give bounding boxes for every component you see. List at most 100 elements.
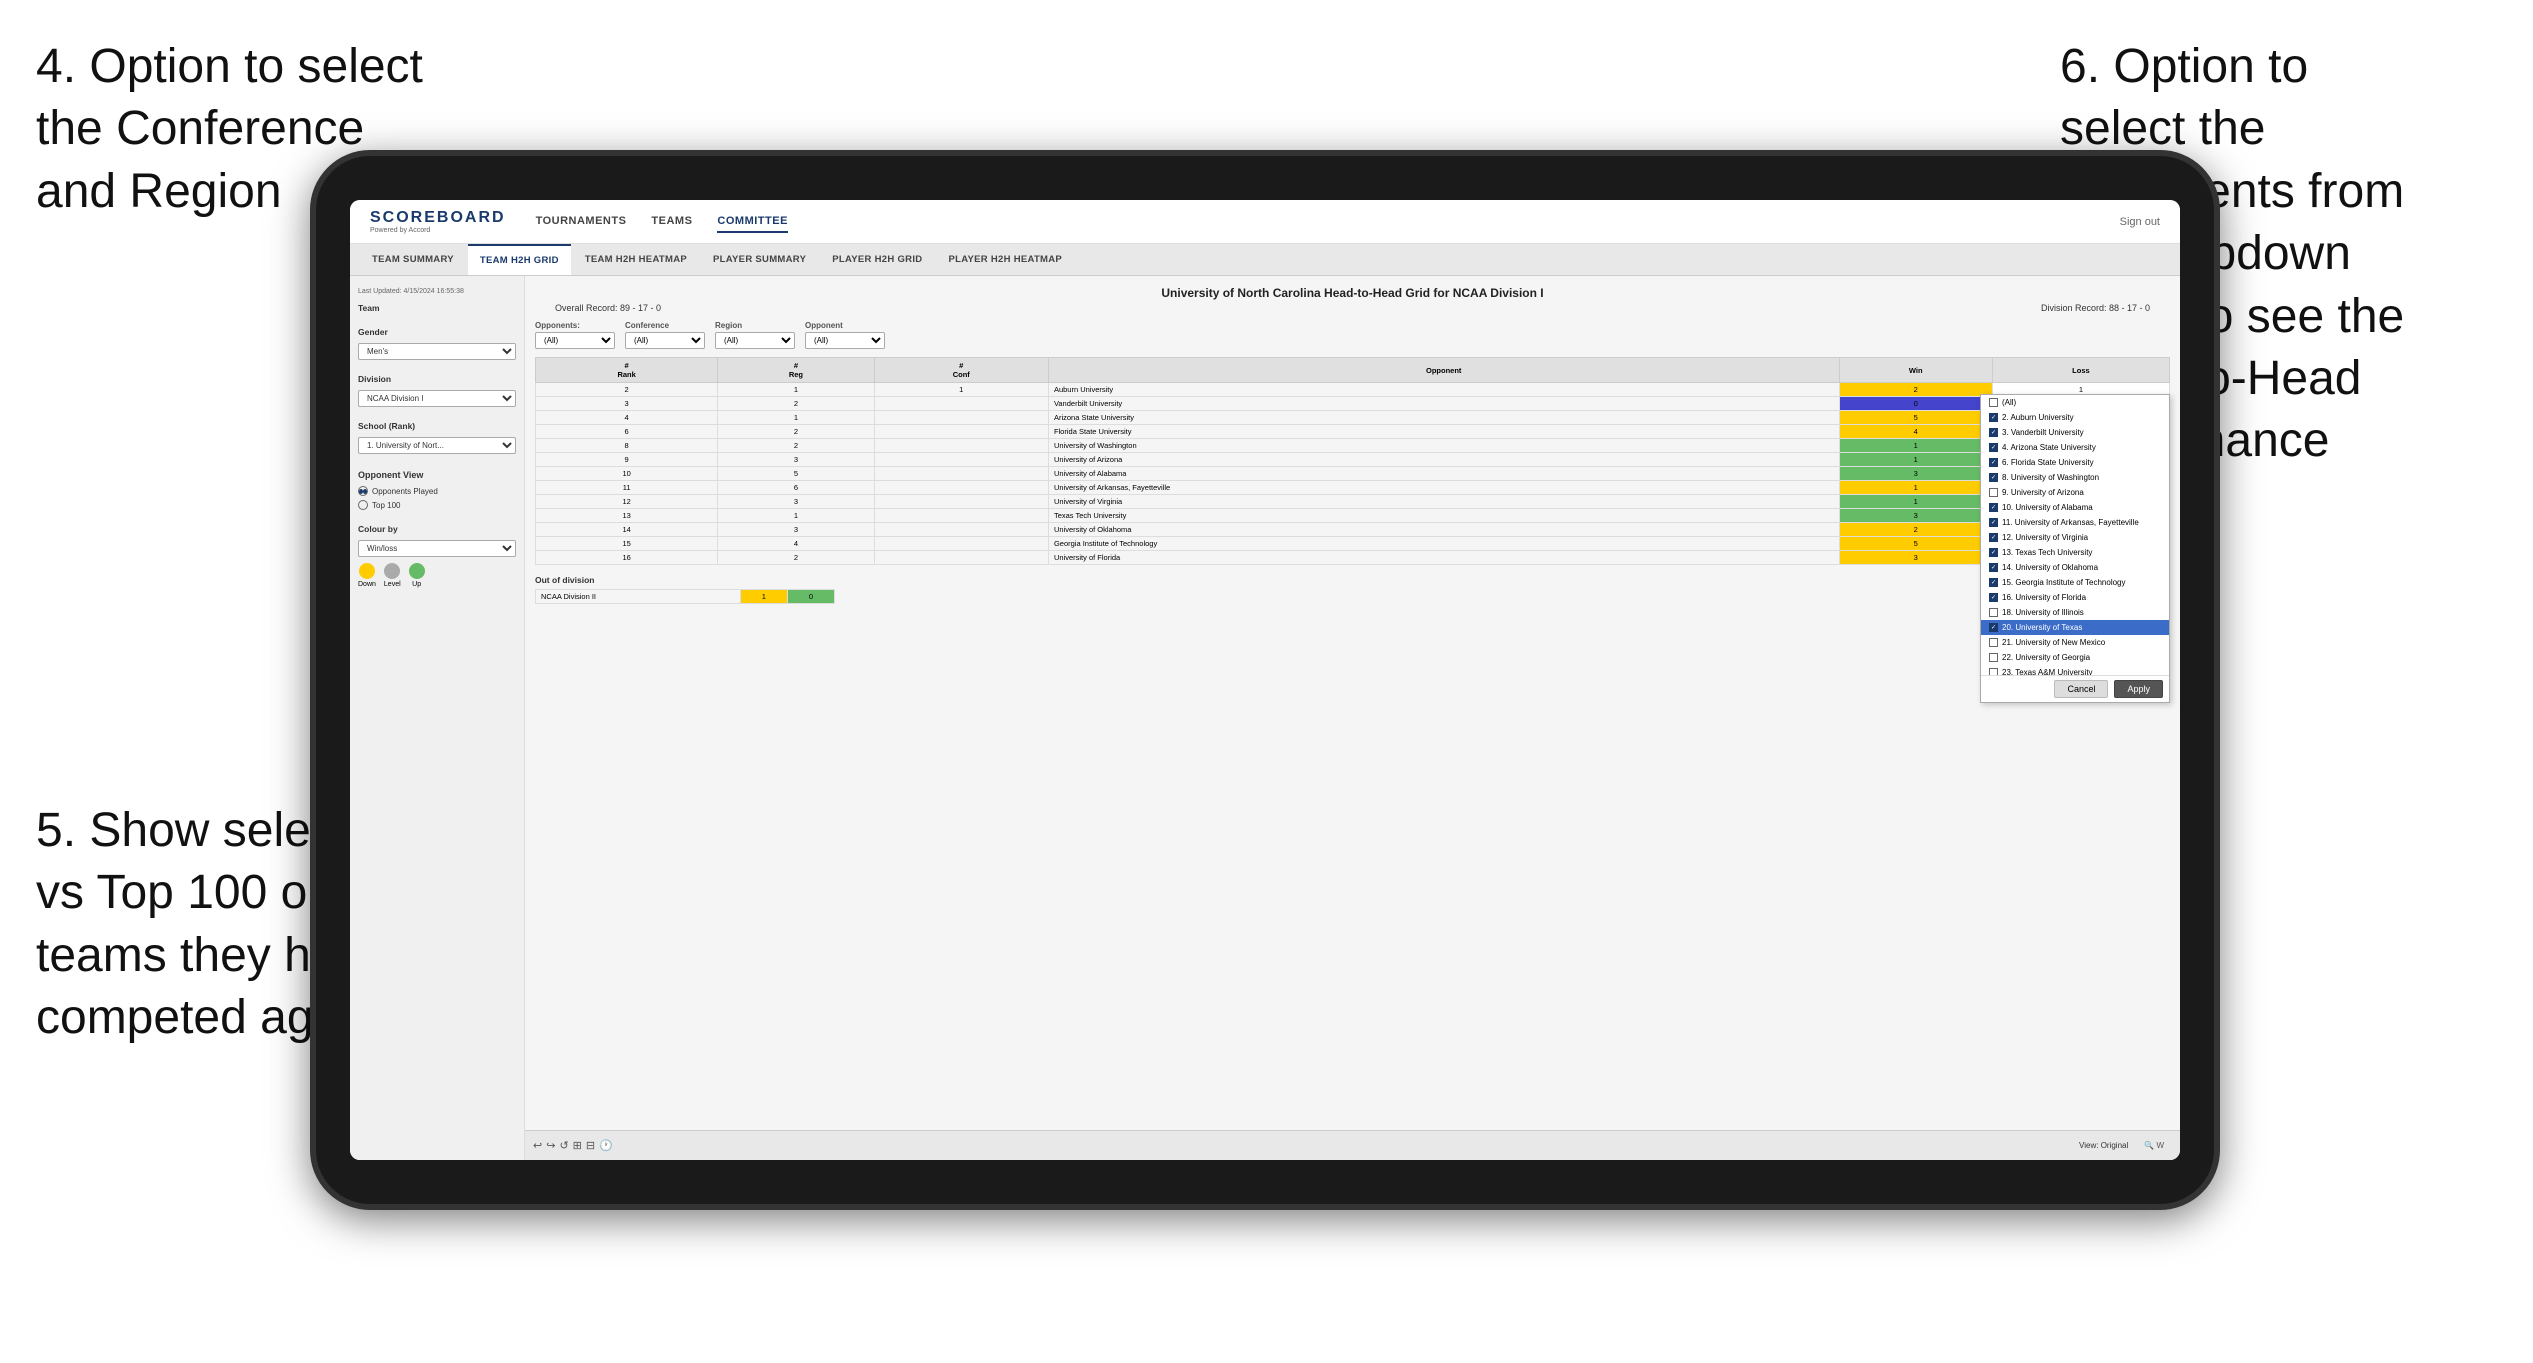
dropdown-item-label: 13. Texas Tech University xyxy=(2002,548,2092,557)
view-label: View: Original xyxy=(2079,1141,2128,1150)
colour-select[interactable]: Win/loss xyxy=(358,540,516,557)
cell-reg: 2 xyxy=(718,397,874,411)
cell-rank: 16 xyxy=(536,551,718,565)
dropdown-checkbox: ✓ xyxy=(1989,593,1998,602)
radio-top100[interactable]: Top 100 xyxy=(358,500,516,510)
cell-conf xyxy=(874,481,1048,495)
cell-win: 0 xyxy=(1839,397,1992,411)
dropdown-item[interactable]: ✓12. University of Virginia xyxy=(1981,530,2169,545)
dropdown-item[interactable]: ✓6. Florida State University xyxy=(1981,455,2169,470)
opponents-filter-group: Opponents: (All) xyxy=(535,321,615,349)
cancel-button[interactable]: Cancel xyxy=(2054,680,2108,698)
cell-conf xyxy=(874,509,1048,523)
clock-icon[interactable]: 🕐 xyxy=(599,1139,613,1152)
dropdown-item[interactable]: ✓20. University of Texas xyxy=(1981,620,2169,635)
dropdown-item[interactable]: 18. University of Illinois xyxy=(1981,605,2169,620)
nav-teams[interactable]: TEAMS xyxy=(651,211,692,233)
gender-select[interactable]: Men's Women's xyxy=(358,343,516,360)
dropdown-item[interactable]: ✓4. Arizona State University xyxy=(1981,440,2169,455)
cell-name: University of Virginia xyxy=(1048,495,1839,509)
cell-reg: 1 xyxy=(718,383,874,397)
table-row: 16 2 University of Florida 3 1 xyxy=(536,551,2170,565)
dropdown-list[interactable]: (All) ✓2. Auburn University✓3. Vanderbilt… xyxy=(1981,395,2169,675)
legend-up-label: Up xyxy=(412,581,421,588)
tablet-screen: SCOREBOARD Powered by Accord TOURNAMENTS… xyxy=(350,200,2180,1160)
dropdown-item-label: (All) xyxy=(2002,398,2016,407)
dropdown-item[interactable]: ✓3. Vanderbilt University xyxy=(1981,425,2169,440)
dropdown-item[interactable]: ✓2. Auburn University xyxy=(1981,410,2169,425)
dropdown-item[interactable]: ✓11. University of Arkansas, Fayettevill… xyxy=(1981,515,2169,530)
legend-down-circle xyxy=(359,563,375,579)
apply-button[interactable]: Apply xyxy=(2114,680,2163,698)
dropdown-item[interactable]: 9. University of Arizona xyxy=(1981,485,2169,500)
table-row: 3 2 Vanderbilt University 0 4 xyxy=(536,397,2170,411)
toolbar-icons: ↩ ↪ ↺ ⊞ ⊟ 🕐 xyxy=(533,1139,613,1152)
dropdown-checkbox: ✓ xyxy=(1989,503,1998,512)
dropdown-item[interactable]: 21. University of New Mexico xyxy=(1981,635,2169,650)
dropdown-item[interactable]: ✓13. Texas Tech University xyxy=(1981,545,2169,560)
cell-conf xyxy=(874,397,1048,411)
cell-conf: 1 xyxy=(874,383,1048,397)
cell-win: 2 xyxy=(1839,383,1992,397)
cell-win: 1 xyxy=(1839,439,1992,453)
paste-icon[interactable]: ⊟ xyxy=(586,1139,595,1152)
dropdown-item[interactable]: (All) xyxy=(1981,395,2169,410)
dropdown-item[interactable]: ✓8. University of Washington xyxy=(1981,470,2169,485)
col-loss: Loss xyxy=(1992,358,2169,383)
dropdown-item-label: 9. University of Arizona xyxy=(2002,488,2084,497)
tab-team-h2h-heatmap[interactable]: TEAM H2H HEATMAP xyxy=(573,244,699,275)
reset-icon[interactable]: ↺ xyxy=(559,1139,568,1152)
cell-reg: 5 xyxy=(718,467,874,481)
opponents-select[interactable]: (All) xyxy=(535,332,615,349)
nav-tournaments[interactable]: TOURNAMENTS xyxy=(536,211,627,233)
gender-label: Gender xyxy=(358,327,516,337)
dropdown-item[interactable]: ✓10. University of Alabama xyxy=(1981,500,2169,515)
dropdown-item[interactable]: ✓14. University of Oklahoma xyxy=(1981,560,2169,575)
cell-name: University of Arizona xyxy=(1048,453,1839,467)
cell-conf xyxy=(874,439,1048,453)
cell-win: 1 xyxy=(1839,495,1992,509)
cell-conf xyxy=(874,523,1048,537)
cell-reg: 4 xyxy=(718,537,874,551)
cell-win: 3 xyxy=(1839,551,1992,565)
undo-icon[interactable]: ↩ xyxy=(533,1139,542,1152)
tab-team-h2h-grid[interactable]: TEAM H2H GRID xyxy=(468,244,571,275)
region-select[interactable]: (All) xyxy=(715,332,795,349)
school-select[interactable]: 1. University of Nort... xyxy=(358,437,516,454)
tab-player-h2h-heatmap[interactable]: PLAYER H2H HEATMAP xyxy=(936,244,1074,275)
cell-name: University of Arkansas, Fayetteville xyxy=(1048,481,1839,495)
dropdown-item[interactable]: 23. Texas A&M University xyxy=(1981,665,2169,675)
opponent-dropdown[interactable]: (All) ✓2. Auburn University✓3. Vanderbilt… xyxy=(1980,394,2170,703)
opponent-select[interactable]: (All) xyxy=(805,332,885,349)
dropdown-checkbox xyxy=(1989,488,1998,497)
conference-select[interactable]: (All) xyxy=(625,332,705,349)
radio-opponents-played[interactable]: Opponents Played xyxy=(358,486,516,496)
cell-name: Vanderbilt University xyxy=(1048,397,1839,411)
cell-name: Georgia Institute of Technology xyxy=(1048,537,1839,551)
tab-player-h2h-grid[interactable]: PLAYER H2H GRID xyxy=(820,244,934,275)
dropdown-buttons: Cancel Apply xyxy=(1981,675,2169,702)
cell-rank: 3 xyxy=(536,397,718,411)
table-row: 12 3 University of Virginia 1 0 xyxy=(536,495,2170,509)
dropdown-checkbox: ✓ xyxy=(1989,413,1998,422)
tab-player-summary[interactable]: PLAYER SUMMARY xyxy=(701,244,818,275)
nav-signout[interactable]: Sign out xyxy=(2120,216,2160,228)
dropdown-checkbox: ✓ xyxy=(1989,458,1998,467)
dropdown-item[interactable]: ✓16. University of Florida xyxy=(1981,590,2169,605)
cell-conf xyxy=(874,495,1048,509)
redo-icon[interactable]: ↪ xyxy=(546,1139,555,1152)
out-division-loss: 0 xyxy=(787,590,834,604)
legend-level: Level xyxy=(384,563,401,588)
dropdown-item[interactable]: 22. University of Georgia xyxy=(1981,650,2169,665)
nav-committee[interactable]: COMMITTEE xyxy=(717,211,788,233)
tabs-bar: TEAM SUMMARY TEAM H2H GRID TEAM H2H HEAT… xyxy=(350,244,2180,276)
dropdown-item[interactable]: ✓15. Georgia Institute of Technology xyxy=(1981,575,2169,590)
dropdown-checkbox: ✓ xyxy=(1989,563,1998,572)
division-select[interactable]: NCAA Division I NCAA Division II xyxy=(358,390,516,407)
cell-rank: 8 xyxy=(536,439,718,453)
copy-icon[interactable]: ⊞ xyxy=(573,1139,582,1152)
radio-top100-label: Top 100 xyxy=(372,501,400,510)
tab-team-summary[interactable]: TEAM SUMMARY xyxy=(360,244,466,275)
dropdown-item-label: 21. University of New Mexico xyxy=(2002,638,2105,647)
cell-name: Florida State University xyxy=(1048,425,1839,439)
